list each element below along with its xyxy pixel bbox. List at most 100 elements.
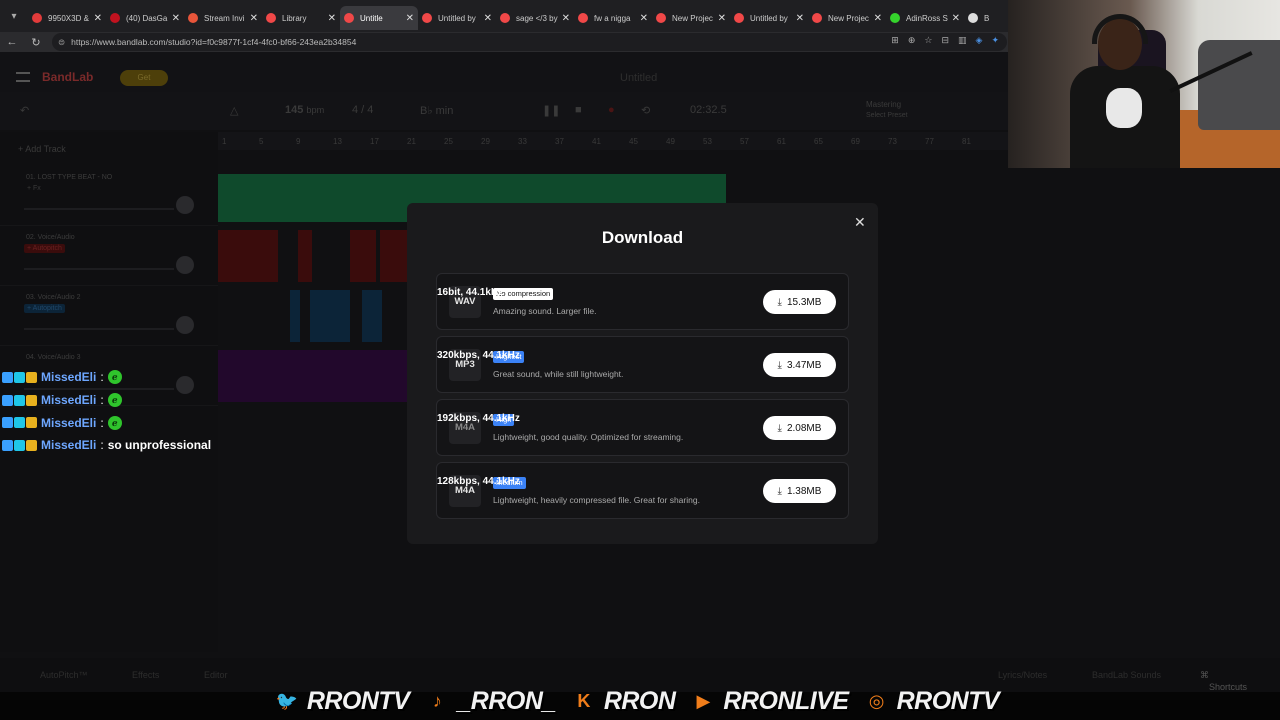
add-track-button[interactable]: + Add Track: [18, 144, 66, 154]
mastering-preset[interactable]: Select Preset: [866, 112, 908, 119]
clip-voice2-1[interactable]: [290, 290, 300, 342]
pause-icon[interactable]: ❚❚: [542, 104, 560, 117]
track-name[interactable]: 04. Voice/Audio 3: [26, 354, 81, 361]
browser-tab[interactable]: New Projec ✕: [808, 6, 886, 30]
download-option-m4a[interactable]: M4A High 192kbps, 44.1kHz Lightweight, g…: [436, 399, 849, 456]
volume-slider[interactable]: [24, 328, 174, 330]
autopitch-badge[interactable]: + Autopitch: [24, 304, 65, 313]
track-name[interactable]: 01. LOST TYPE BEAT - NO: [26, 174, 112, 181]
shortcuts-button[interactable]: ⌘ Shortcuts: [1200, 670, 1247, 692]
track-name[interactable]: 02. Voice/Audio: [26, 234, 75, 241]
browser-tab[interactable]: Untitle ✕: [340, 6, 418, 30]
download-button[interactable]: ⤓ 15.3MB: [763, 290, 836, 314]
stop-icon[interactable]: ■: [575, 104, 582, 116]
chat-username[interactable]: MissedEli: [41, 416, 96, 430]
key-selector[interactable]: B♭ min: [420, 104, 453, 117]
clip-voice2-2[interactable]: [310, 290, 350, 342]
tab-close-icon[interactable]: ✕: [250, 13, 258, 24]
copilot-icon[interactable]: ✦: [991, 35, 999, 46]
browser-tab[interactable]: AdinRoss S ✕: [886, 6, 964, 30]
project-title[interactable]: Untitled: [620, 72, 657, 84]
bandlab-sounds-tab[interactable]: BandLab Sounds: [1092, 670, 1161, 680]
twitter-icon: 🐦: [275, 690, 299, 711]
ruler-tick-label: 9: [296, 137, 301, 146]
back-arrow-icon[interactable]: ←: [0, 36, 24, 48]
tab-close-icon[interactable]: ✕: [718, 13, 726, 24]
tab-list-chevron-icon[interactable]: ▾: [0, 0, 28, 32]
extensions-icon[interactable]: ⊟: [941, 35, 949, 46]
tab-close-icon[interactable]: ✕: [172, 13, 180, 24]
tab-close-icon[interactable]: ✕: [484, 13, 492, 24]
download-option-mp3[interactable]: MP3 Highest 320kbps, 44.1kHz Great sound…: [436, 336, 849, 393]
tab-close-icon[interactable]: ✕: [406, 13, 414, 24]
browser-tab[interactable]: Untitled by ✕: [730, 6, 808, 30]
lyrics-notes-tab[interactable]: Lyrics/Notes: [998, 670, 1047, 680]
tab-close-icon[interactable]: ✕: [328, 13, 336, 24]
install-icon[interactable]: ⊞: [891, 35, 899, 46]
effects-tab[interactable]: Effects: [132, 670, 159, 680]
browser-tab[interactable]: sage </3 by ✕: [496, 6, 574, 30]
browser-tab[interactable]: Untitled by ✕: [418, 6, 496, 30]
editor-tab[interactable]: Editor: [204, 670, 228, 680]
browser-tab[interactable]: fw a nigga ✕: [574, 6, 652, 30]
mastering-label[interactable]: Mastering: [866, 100, 901, 109]
record-icon[interactable]: ●: [608, 104, 615, 116]
loop-icon[interactable]: ⟲: [641, 104, 650, 117]
browser-tab[interactable]: (40) DasGa ✕: [106, 6, 184, 30]
metronome-icon[interactable]: △: [230, 104, 238, 117]
download-button[interactable]: ⤓ 3.47MB: [763, 353, 836, 377]
sidebar-icon[interactable]: ▥: [958, 35, 967, 46]
browser-tab[interactable]: 9950X3D & ✕: [28, 6, 106, 30]
volume-slider[interactable]: [24, 208, 174, 210]
track-name[interactable]: 03. Voice/Audio 2: [26, 294, 81, 301]
download-option-wav[interactable]: WAV No compression 16bit, 44.1kHz Amazin…: [436, 273, 849, 330]
undo-icon[interactable]: ↶: [20, 104, 29, 117]
site-info-icon[interactable]: ⊜: [58, 37, 65, 48]
chat-separator: :: [100, 415, 104, 430]
tab-close-icon[interactable]: ✕: [562, 13, 570, 24]
reload-icon[interactable]: ↻: [24, 36, 48, 49]
chat-username[interactable]: MissedEli: [41, 438, 96, 452]
shield-icon[interactable]: ◈: [976, 35, 983, 46]
browser-tab[interactable]: Stream Invi ✕: [184, 6, 262, 30]
track-row[interactable]: 01. LOST TYPE BEAT - NO + Fx: [0, 166, 218, 226]
get-membership-button[interactable]: Get: [120, 70, 168, 86]
download-button[interactable]: ⤓ 2.08MB: [763, 416, 836, 440]
autopitch-tab[interactable]: AutoPitch™: [40, 670, 88, 680]
clip-voice2-3[interactable]: [362, 290, 382, 342]
close-icon[interactable]: ✕: [854, 214, 866, 231]
chat-username[interactable]: MissedEli: [41, 393, 96, 407]
bandlab-logo[interactable]: BandLab: [42, 70, 93, 84]
track-fx[interactable]: + Fx: [24, 184, 44, 193]
autopitch-badge[interactable]: + Autopitch: [24, 244, 65, 253]
pan-knob[interactable]: [176, 196, 194, 214]
browser-tab[interactable]: Library ✕: [262, 6, 340, 30]
volume-slider[interactable]: [24, 268, 174, 270]
tab-close-icon[interactable]: ✕: [796, 13, 804, 24]
pan-knob[interactable]: [176, 256, 194, 274]
chat-username[interactable]: MissedEli: [41, 370, 96, 384]
chat-text: so unprofessional: [107, 438, 212, 453]
tab-close-icon[interactable]: ✕: [874, 13, 882, 24]
pan-knob[interactable]: [176, 316, 194, 334]
download-option-m4a[interactable]: M4A Medium 128kbps, 44.1kHz Lightweight,…: [436, 462, 849, 519]
tab-close-icon[interactable]: ✕: [640, 13, 648, 24]
browser-tab[interactable]: New Projec ✕: [652, 6, 730, 30]
tab-title: Stream Invi: [204, 13, 245, 23]
download-button[interactable]: ⤓ 1.38MB: [763, 479, 836, 503]
time-signature[interactable]: 4 / 4: [352, 104, 373, 116]
zoom-icon[interactable]: ⊕: [908, 35, 916, 46]
tab-close-icon[interactable]: ✕: [952, 13, 960, 24]
bpm-value[interactable]: 145 bpm: [285, 104, 324, 116]
track-row[interactable]: 02. Voice/Audio + Autopitch: [0, 226, 218, 286]
menu-icon[interactable]: [16, 72, 30, 82]
tab-close-icon[interactable]: ✕: [94, 13, 102, 24]
url-input[interactable]: ⊜ https://www.bandlab.com/studio?id=f0c9…: [52, 33, 1007, 51]
clip-voice-1[interactable]: [218, 230, 278, 282]
webcam-couch: [1198, 40, 1280, 130]
bookmark-star-icon[interactable]: ☆: [924, 35, 932, 46]
clip-voice-3[interactable]: [350, 230, 376, 282]
track-row[interactable]: 03. Voice/Audio 2 + Autopitch: [0, 286, 218, 346]
clip-voice-2[interactable]: [298, 230, 312, 282]
clip-voice-4[interactable]: [380, 230, 408, 282]
